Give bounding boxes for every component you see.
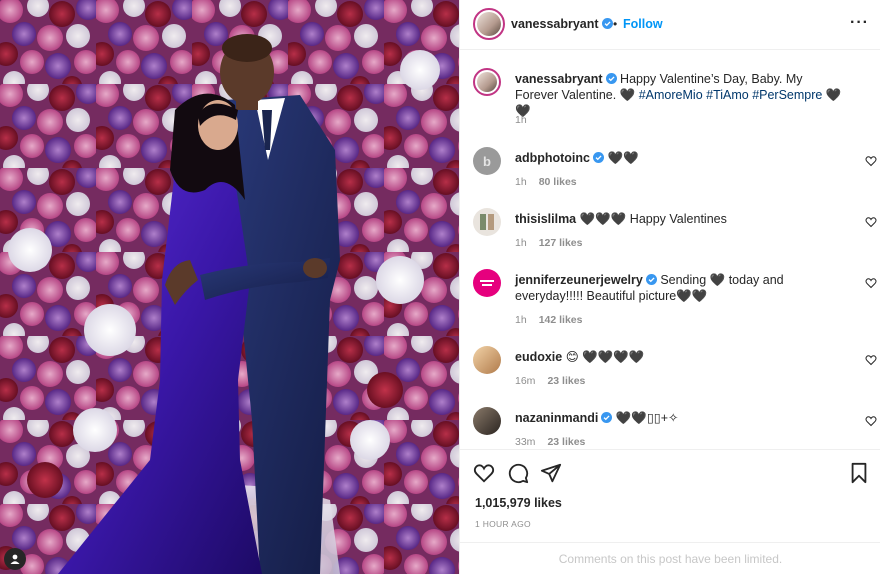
comment-meta: 16m 23 likes (515, 375, 585, 387)
comments-limited-notice: Comments on this post have been limited. (460, 542, 880, 575)
commenter-avatar[interactable] (473, 269, 501, 297)
heart-icon[interactable] (473, 462, 495, 484)
comment-meta: 1h 80 likes (515, 176, 577, 188)
post-header: vanessabryant • Follow ··· (460, 0, 880, 50)
heart-icon[interactable] (865, 216, 877, 228)
caption-time: 1h (515, 114, 527, 126)
caption-text: vanessabryant Happy Valentine’s Day, Bab… (515, 71, 845, 119)
comment-time: 1h (515, 314, 527, 326)
commenter-username[interactable]: nazaninmandi (515, 411, 598, 425)
commenter-username[interactable]: adbphotoinc (515, 151, 590, 165)
comment-likes[interactable]: 127 likes (539, 237, 583, 249)
more-options-icon[interactable]: ··· (850, 14, 869, 32)
comment-text: jenniferzeunerjewelry Sending 🖤 today an… (515, 272, 845, 304)
comment-time: 16m (515, 375, 536, 387)
comment-text: adbphotoinc 🖤🖤 (515, 150, 845, 166)
separator-dot: • (613, 17, 618, 31)
caption-hashtags[interactable]: #AmoreMio #TiAmo #PerSempre (639, 88, 823, 102)
user-tag-icon (10, 554, 20, 564)
comment-meta: 1h 142 likes (515, 314, 582, 326)
save-bookmark-icon[interactable] (848, 462, 870, 484)
verified-badge-icon (593, 152, 604, 163)
verified-badge-icon (605, 73, 617, 84)
comment-text: thisislilma 🖤🖤🖤 Happy Valentines (515, 211, 845, 227)
commenter-username[interactable]: jenniferzeunerjewelry (515, 273, 643, 287)
comment-likes[interactable]: 23 likes (547, 436, 585, 448)
comments-list: vanessabryant Happy Valentine’s Day, Bab… (460, 51, 880, 448)
commenter-username[interactable]: eudoxie (515, 350, 562, 364)
instagram-post: vanessabryant • Follow ··· vanessabryant… (0, 0, 880, 574)
caption-avatar[interactable] (473, 68, 501, 96)
commenter-avatar[interactable] (473, 346, 501, 374)
commenter-username[interactable]: thisislilma (515, 212, 576, 226)
comment-meta: 1h 127 likes (515, 237, 582, 249)
heart-icon[interactable] (865, 354, 877, 366)
comment-likes[interactable]: 23 likes (547, 375, 585, 387)
author-username[interactable]: vanessabryant (511, 17, 613, 31)
post-actions: 1,015,979 likes 1 HOUR AGO Comments on t… (460, 449, 880, 574)
post-timestamp[interactable]: 1 HOUR AGO (475, 519, 531, 529)
commenter-avatar[interactable]: b (473, 147, 501, 175)
post-sidebar: vanessabryant • Follow ··· vanessabryant… (459, 0, 880, 574)
comment-body: 🖤🖤 (607, 151, 639, 165)
likes-count[interactable]: 1,015,979 likes (475, 496, 562, 510)
comment-meta: 33m 23 likes (515, 436, 585, 448)
flower-wall-photo (0, 0, 459, 574)
comment-body: 🖤🖤▯▯+✧ (615, 411, 679, 425)
verified-badge-icon (601, 18, 613, 29)
caption-username[interactable]: vanessabryant (515, 72, 603, 86)
commenter-avatar[interactable] (473, 208, 501, 236)
comment-body: 😊 🖤🖤🖤🖤 (565, 350, 645, 364)
comment-icon[interactable] (507, 462, 529, 484)
share-icon[interactable] (540, 462, 562, 484)
comment-text: nazaninmandi 🖤🖤▯▯+✧ (515, 410, 845, 426)
commenter-avatar[interactable] (473, 407, 501, 435)
heart-icon[interactable] (865, 155, 877, 167)
comment-time: 33m (515, 436, 536, 448)
comment-likes[interactable]: 80 likes (539, 176, 577, 188)
heart-icon[interactable] (865, 415, 877, 427)
user-tag-button[interactable] (4, 548, 26, 570)
follow-button[interactable]: Follow (623, 17, 663, 31)
comment-text: eudoxie 😊 🖤🖤🖤🖤 (515, 349, 845, 365)
verified-badge-icon (601, 412, 613, 423)
comment-likes[interactable]: 142 likes (539, 314, 583, 326)
author-avatar[interactable] (473, 8, 505, 40)
comment-time: 1h (515, 176, 527, 188)
post-photo[interactable] (0, 0, 459, 574)
comment-time: 1h (515, 237, 527, 249)
caption-meta: 1h (515, 114, 527, 126)
comment-body: 🖤🖤🖤 Happy Valentines (579, 212, 727, 226)
heart-icon[interactable] (865, 277, 877, 289)
verified-badge-icon (645, 274, 657, 285)
